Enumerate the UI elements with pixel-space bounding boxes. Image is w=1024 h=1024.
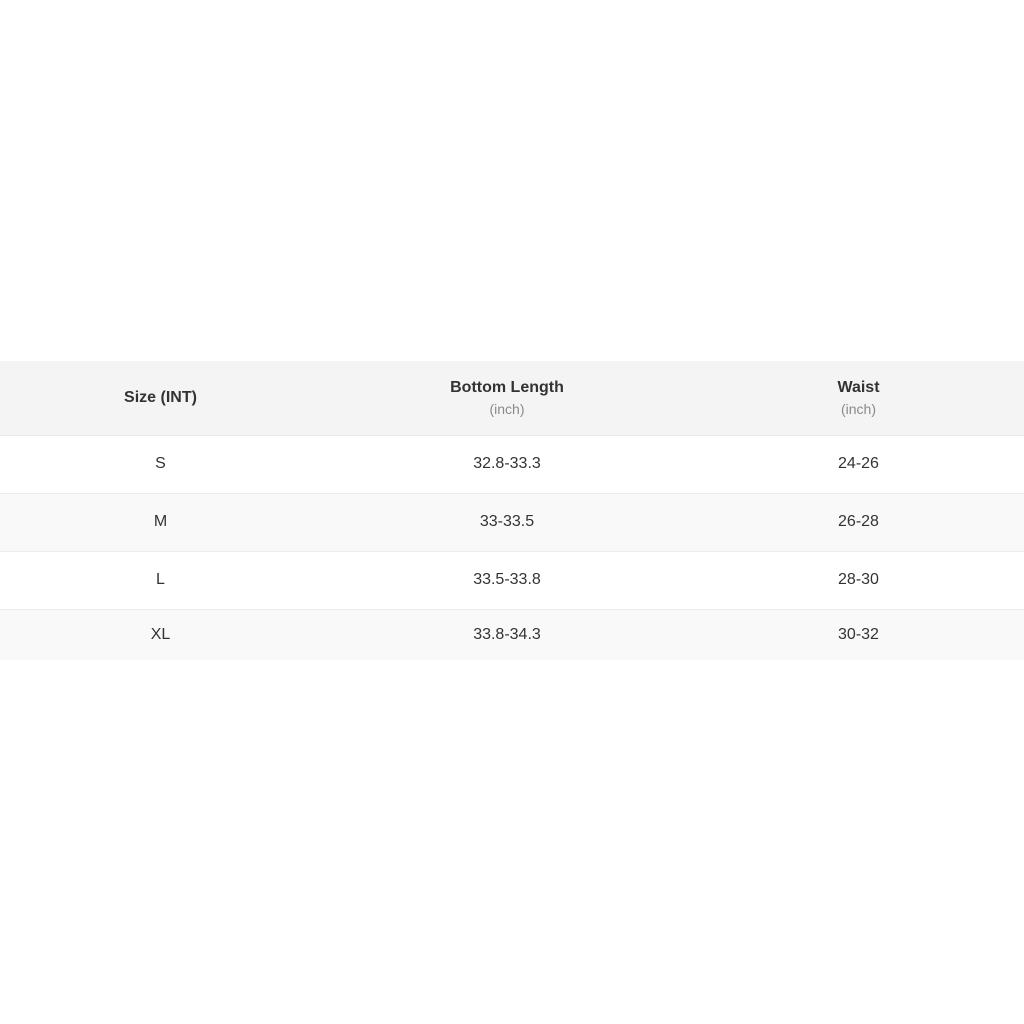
size-cell: XL (150, 625, 171, 643)
waist-cell: 24-26 (693, 435, 1024, 494)
header-row: Size (INT) Bottom Length (inch) Waist (i… (0, 361, 1024, 436)
header-waist: Waist (inch) (693, 361, 1024, 436)
waist-cell: 26-28 (693, 493, 1024, 552)
bottom-length-cell: 32.8-33.3 (321, 435, 693, 494)
table-row: L 33.5-33.8 28-30 (0, 551, 1024, 610)
bottom-length-cell: 33.5-33.8 (321, 551, 693, 610)
size-chart-header: Size (INT) Bottom Length (inch) Waist (i… (0, 361, 1024, 436)
header-bottom-length-unit: (inch) (489, 400, 525, 417)
header-size-label: Size (INT) (124, 388, 197, 406)
header-bottom-length-label: Bottom Length (450, 378, 564, 396)
size-cell: S (0, 435, 321, 494)
waist-cell: 28-30 (693, 551, 1024, 610)
bottom-length-cell: 33.8-34.3 (473, 625, 541, 643)
size-cell: M (0, 493, 321, 552)
table-row: S 32.8-33.3 24-26 (0, 435, 1024, 494)
header-bottom-length: Bottom Length (inch) (321, 361, 693, 436)
waist-cell: 30-32 (838, 625, 879, 643)
table-row: M 33-33.5 26-28 (0, 493, 1024, 552)
header-size: Size (INT) (0, 361, 321, 436)
size-chart-body: S 32.8-33.3 24-26 M 33-33.5 26-28 L 33.5… (0, 435, 1024, 660)
table-row: XL 33.8-34.3 30-32 (0, 609, 1024, 660)
size-cell: L (0, 551, 321, 610)
bottom-length-cell: 33-33.5 (321, 493, 693, 552)
size-chart-table: Size (INT) Bottom Length (inch) Waist (i… (0, 361, 1024, 660)
header-waist-unit: (inch) (840, 400, 876, 417)
header-waist-label: Waist (837, 378, 880, 396)
